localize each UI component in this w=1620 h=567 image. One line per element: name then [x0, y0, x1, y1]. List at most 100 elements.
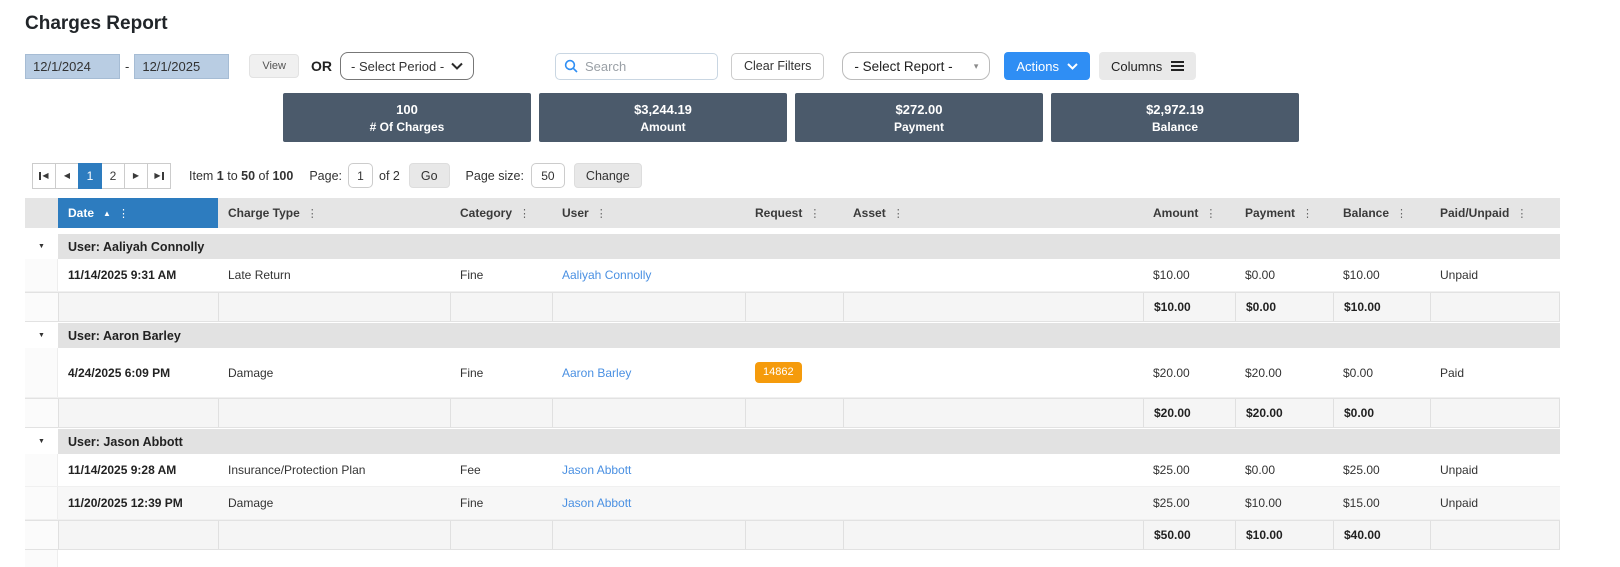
column-menu-icon[interactable]: ⋮ [118, 207, 129, 220]
last-page-icon [162, 172, 164, 180]
group-summary-row: $20.00 $20.00 $0.00 [25, 398, 1560, 428]
group-row[interactable]: ▼ User: Aaliyah Connolly [25, 234, 1560, 259]
column-header-payment[interactable]: Payment ⋮ [1235, 198, 1333, 228]
column-menu-icon[interactable]: ⋮ [893, 207, 904, 220]
cell-date: 11/14/2025 9:31 AM [58, 259, 218, 291]
cell-paid-unpaid: Paid [1430, 348, 1560, 397]
card-value: $272.00 [896, 102, 943, 117]
actions-button[interactable]: Actions [1004, 52, 1090, 80]
page-size-input[interactable] [531, 163, 565, 188]
collapse-triangle-icon[interactable]: ▼ [38, 332, 45, 339]
collapse-triangle-icon[interactable]: ▼ [38, 243, 45, 250]
row-margin-cell [25, 348, 58, 397]
column-menu-icon[interactable]: ⋮ [1516, 207, 1527, 220]
row-margin-cell [25, 454, 58, 486]
cell-category: Fine [450, 348, 552, 397]
cell-payment: $10.00 [1235, 487, 1333, 519]
first-page-icon [39, 172, 41, 180]
column-menu-icon[interactable]: ⋮ [596, 207, 607, 220]
user-link[interactable]: Jason Abbott [562, 496, 631, 510]
column-menu-icon[interactable]: ⋮ [307, 207, 318, 220]
card-label: Amount [640, 120, 685, 134]
column-header-label: Payment [1245, 206, 1295, 220]
cell-paid-unpaid: Unpaid [1430, 454, 1560, 486]
column-header-paid-unpaid[interactable]: Paid/Unpaid⋮ [1430, 198, 1560, 228]
cell-paid-unpaid: Unpaid [1430, 487, 1560, 519]
search-box[interactable] [555, 53, 718, 80]
column-header-charge-type[interactable]: Charge Type⋮ [218, 198, 450, 228]
column-header-request[interactable]: Request ⋮ [745, 198, 843, 228]
table-header-row: Date▲⋮Charge Type⋮ Category ⋮ User ⋮ Request ⋮… [25, 198, 1560, 228]
request-badge[interactable]: 14862 [755, 362, 802, 383]
card-value: $2,972.19 [1146, 102, 1204, 117]
summary-amount: $10.00 [1143, 293, 1235, 321]
collapse-triangle-icon[interactable]: ▼ [38, 438, 45, 445]
items-range-text: Item 1 to 50 of 100 [189, 169, 293, 183]
cell-asset [843, 454, 1143, 486]
card-label: # Of Charges [370, 120, 445, 134]
page-button-1[interactable]: 1 [78, 163, 102, 189]
table-row[interactable]: 11/20/2025 12:39 PM Damage Fine Jason Ab… [25, 487, 1560, 520]
column-header-label: Request [755, 206, 802, 220]
summary-amount: $50.00 [1143, 521, 1235, 549]
column-header-category[interactable]: Category ⋮ [450, 198, 552, 228]
group-collapse-cell[interactable]: ▼ [25, 234, 58, 259]
card-balance: $2,972.19 Balance [1051, 93, 1299, 142]
group-label: User: Jason Abbott [58, 429, 1560, 454]
cell-balance: $10.00 [1333, 259, 1430, 291]
column-menu-icon[interactable]: ⋮ [519, 207, 530, 220]
group-collapse-cell[interactable]: ▼ [25, 323, 58, 348]
user-link[interactable]: Aaliyah Connolly [562, 268, 651, 282]
date-from-input[interactable] [25, 54, 120, 79]
group-summary-row: $50.00 $10.00 $40.00 [25, 520, 1560, 550]
table-row[interactable]: 11/14/2025 9:31 AM Late Return Fine Aali… [25, 259, 1560, 292]
menu-icon [1171, 61, 1184, 71]
report-select[interactable]: - Select Report - ▾ [842, 52, 990, 80]
filter-bar: - View OR - Select Period - Clear Filter… [25, 52, 1196, 80]
table-row[interactable]: 4/24/2025 6:09 PM Damage Fine Aaron Barl… [25, 348, 1560, 398]
group-collapse-cell[interactable]: ▼ [25, 429, 58, 454]
clear-filters-button[interactable]: Clear Filters [731, 53, 824, 80]
card-amount: $3,244.19 Amount [539, 93, 787, 142]
of-pages-text: of 2 [379, 169, 400, 183]
column-header-label: Balance [1343, 206, 1389, 220]
columns-button[interactable]: Columns [1099, 52, 1196, 80]
view-button[interactable]: View [249, 54, 299, 78]
summary-payment: $0.00 [1235, 293, 1333, 321]
cell-amount: $20.00 [1143, 348, 1235, 397]
group-row[interactable]: ▼ User: Aaron Barley [25, 323, 1560, 348]
period-select[interactable]: - Select Period - [340, 52, 474, 80]
column-header-user[interactable]: User ⋮ [552, 198, 745, 228]
column-menu-icon[interactable]: ⋮ [1302, 207, 1313, 220]
column-menu-icon[interactable]: ⋮ [1205, 207, 1216, 220]
user-link[interactable]: Jason Abbott [562, 463, 631, 477]
table-row[interactable]: 11/14/2025 9:28 AM Insurance/Protection … [25, 454, 1560, 487]
date-to-input[interactable] [134, 54, 229, 79]
user-link[interactable]: Aaron Barley [562, 366, 631, 380]
page-label: Page: [309, 169, 342, 183]
column-header-balance[interactable]: Balance ⋮ [1333, 198, 1430, 228]
go-button[interactable]: Go [409, 163, 450, 188]
group-row[interactable]: ▼ User: Jason Abbott [25, 429, 1560, 454]
next-page-button[interactable]: ▶ [124, 163, 148, 189]
column-header-asset[interactable]: Asset⋮ [843, 198, 1143, 228]
column-header-amount[interactable]: Amount⋮ [1143, 198, 1235, 228]
search-input[interactable] [585, 59, 700, 74]
summary-balance: $40.00 [1333, 521, 1430, 549]
cell-category: Fee [450, 454, 552, 486]
row-margin-cell [25, 487, 58, 519]
summary-balance: $0.00 [1333, 399, 1430, 427]
prev-page-button[interactable]: ◀ [55, 163, 79, 189]
page-button-2[interactable]: 2 [101, 163, 125, 189]
column-header-label: Category [460, 206, 512, 220]
cell-asset [843, 259, 1143, 291]
last-page-button[interactable]: ▶ [147, 163, 171, 189]
column-menu-icon[interactable]: ⋮ [809, 207, 820, 220]
change-button[interactable]: Change [574, 163, 642, 188]
page-number-input[interactable] [348, 163, 373, 188]
first-page-button[interactable]: ◀ [32, 163, 56, 189]
column-header-label: User [562, 206, 589, 220]
column-header-date[interactable]: Date▲⋮ [58, 198, 218, 228]
column-menu-icon[interactable]: ⋮ [1396, 207, 1407, 220]
cell-date: 4/24/2025 6:09 PM [58, 348, 218, 397]
